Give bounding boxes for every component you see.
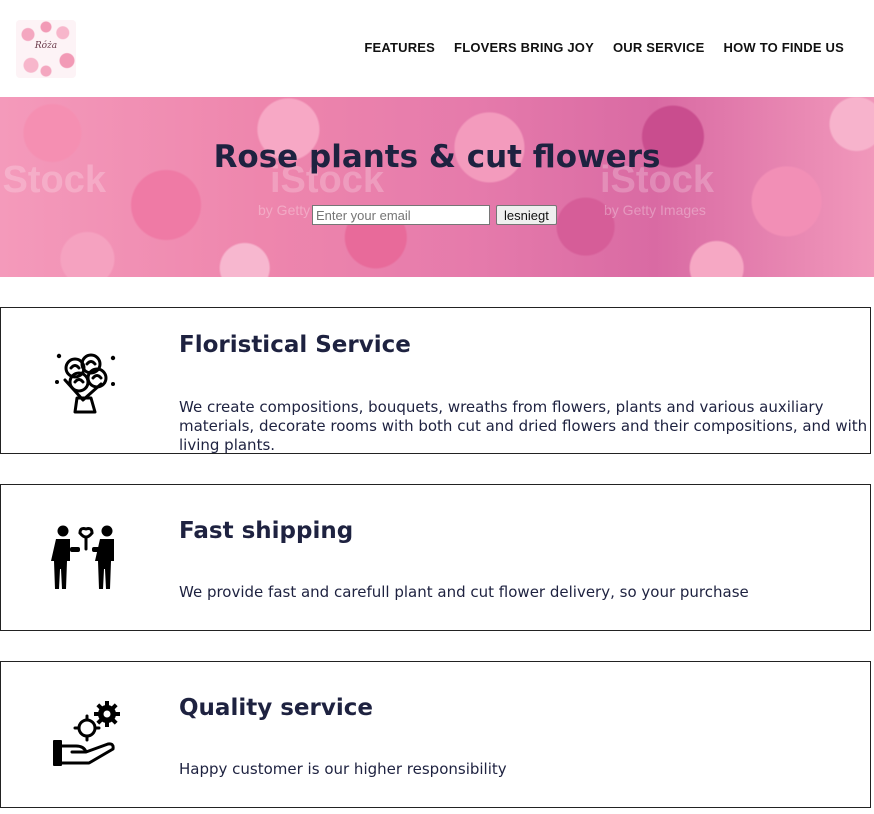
logo-text: Róża [34, 41, 58, 51]
delivery-people-icon [51, 525, 114, 589]
feature-title: Floristical Service [179, 332, 411, 358]
feature-card-quality: Quality service Happy customer is our hi… [0, 661, 871, 808]
nav-link-flowers-bring-joy[interactable]: FLOVERS BRING JOY [454, 40, 594, 55]
site-header: Róża FEATURES FLOVERS BRING JOY OUR SERV… [0, 0, 874, 97]
hero-title: Rose plants & cut flowers [213, 139, 661, 175]
feature-card-shipping: Fast shipping We provide fast and carefu… [0, 484, 871, 631]
nav-link-features[interactable]: FEATURES [364, 40, 435, 55]
bouquet-icon [55, 353, 116, 414]
nav-link-how-to-find-us[interactable]: HOW TO FINDE US [724, 40, 844, 55]
feature-description: We provide fast and carefull plant and c… [179, 583, 749, 601]
main-nav: FEATURES FLOVERS BRING JOY OUR SERVICE H… [364, 40, 844, 55]
feature-title: Quality service [179, 695, 373, 721]
hand-gears-icon [53, 701, 120, 766]
feature-description: Happy customer is our higher responsibil… [179, 760, 507, 778]
hero-banner: iStock iStock iStock by Getty Images by … [0, 97, 874, 277]
feature-title: Fast shipping [179, 518, 354, 544]
submit-button[interactable]: lesniegt [496, 205, 557, 225]
feature-card-floristical: Floristical Service We create compositio… [0, 307, 871, 454]
nav-link-our-service[interactable]: OUR SERVICE [613, 40, 705, 55]
email-input[interactable] [312, 205, 490, 225]
newsletter-form: lesniegt [312, 205, 557, 225]
logo[interactable]: Róża [16, 20, 76, 78]
watermark-caption: by Getty Images [604, 202, 706, 218]
feature-description: We create compositions, bouquets, wreath… [179, 398, 868, 454]
